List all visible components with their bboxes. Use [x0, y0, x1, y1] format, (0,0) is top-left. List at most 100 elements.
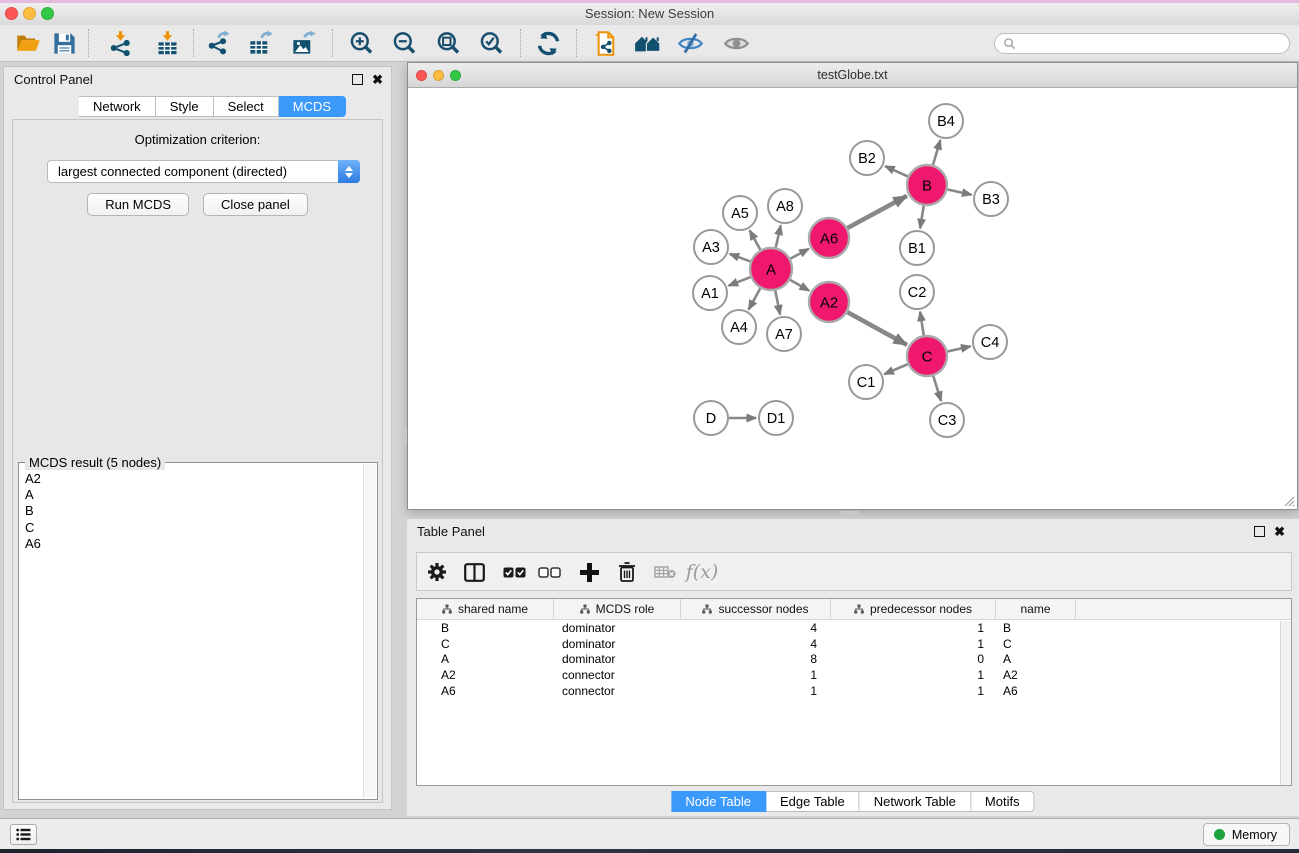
export-network-button[interactable] [200, 28, 236, 58]
unselect-all-columns-button[interactable] [532, 557, 566, 587]
table-row[interactable]: B dominator 4 1 B [417, 620, 1291, 636]
graph-edge-A6-B[interactable] [847, 196, 906, 228]
graph-node-A6[interactable]: A6 [809, 218, 849, 258]
close-panel-icon[interactable]: ✖ [1274, 526, 1285, 537]
delete-table-button-disabled[interactable] [648, 557, 682, 587]
table-type-tab[interactable]: Node Table [671, 791, 766, 812]
graph-edge-B-B3[interactable] [948, 189, 972, 194]
graph-edge-A-A2[interactable] [790, 280, 809, 291]
graph-edge-A-A1[interactable] [729, 277, 751, 286]
column-header[interactable]: name [996, 599, 1076, 619]
control-panel-tab[interactable]: Style [156, 96, 214, 117]
graph-node-C3[interactable]: C3 [930, 403, 964, 437]
graph-edge-A-A8[interactable] [776, 226, 781, 248]
close-panel-icon[interactable]: ✖ [372, 74, 383, 85]
memory-button[interactable]: Memory [1203, 823, 1290, 846]
import-table-button[interactable] [149, 28, 185, 58]
control-panel-tab[interactable]: MCDS [279, 96, 346, 117]
graph-edge-B-B4[interactable] [933, 140, 940, 165]
open-session-button[interactable] [10, 28, 46, 58]
resize-grip-icon[interactable] [1281, 493, 1295, 507]
column-header[interactable]: successor nodes [681, 599, 831, 619]
graph-node-A5[interactable]: A5 [723, 196, 757, 230]
graph-node-B4[interactable]: B4 [929, 104, 963, 138]
graph-edge-B-B2[interactable] [885, 166, 908, 176]
graph-node-A2[interactable]: A2 [809, 282, 849, 322]
table-row[interactable]: A6 connector 1 1 A6 [417, 683, 1291, 699]
refresh-button[interactable] [530, 28, 566, 58]
graph-node-A4[interactable]: A4 [722, 310, 756, 344]
graph-node-D1[interactable]: D1 [759, 401, 793, 435]
zoom-selected-button[interactable] [473, 28, 509, 58]
control-panel-tab[interactable]: Select [214, 96, 279, 117]
zoom-traffic-light[interactable] [41, 7, 54, 20]
graph-edge-A2-C[interactable] [847, 312, 906, 345]
graph-edge-A-A7[interactable] [775, 291, 780, 315]
graph-edge-A-A3[interactable] [730, 254, 751, 262]
graph-node-B2[interactable]: B2 [850, 141, 884, 175]
table-settings-button[interactable] [420, 557, 454, 587]
graph-node-D[interactable]: D [694, 401, 728, 435]
graph-node-C1[interactable]: C1 [849, 365, 883, 399]
result-scrollbar[interactable] [363, 464, 376, 798]
float-panel-icon[interactable] [352, 74, 363, 85]
select-all-columns-button[interactable] [497, 557, 531, 587]
graph-edge-C-C3[interactable] [933, 376, 941, 401]
new-network-from-file-button[interactable] [588, 28, 624, 58]
graph-node-A1[interactable]: A1 [693, 276, 727, 310]
zoom-out-button[interactable] [386, 28, 422, 58]
zoom-traffic-light[interactable] [450, 70, 461, 81]
horizontal-splitter-handle[interactable] [841, 511, 859, 515]
graph-edge-C-C1[interactable] [884, 364, 907, 374]
graph-edge-A-A4[interactable] [749, 288, 761, 309]
graph-node-B[interactable]: B [907, 165, 947, 205]
task-history-button[interactable] [10, 824, 37, 845]
column-header[interactable]: predecessor nodes [831, 599, 996, 619]
table-row[interactable]: A2 connector 1 1 A2 [417, 667, 1291, 683]
run-mcds-button[interactable]: Run MCDS [87, 193, 189, 216]
table-row[interactable]: C dominator 4 1 C [417, 636, 1291, 652]
float-panel-icon[interactable] [1254, 526, 1265, 537]
minimize-traffic-light[interactable] [433, 70, 444, 81]
graph-node-A8[interactable]: A8 [768, 189, 802, 223]
table-scrollbar[interactable] [1280, 621, 1291, 785]
hide-selected-button[interactable] [672, 28, 708, 58]
network-canvas[interactable]: B4B2BB3A8A5A6A3B1AA1C2A2A4A7C4CC1C3DD1 [408, 89, 1297, 509]
control-panel-tab[interactable]: Network [79, 96, 156, 117]
graph-edge-C-C2[interactable] [920, 312, 924, 335]
table-row[interactable]: A dominator 8 0 A [417, 652, 1291, 668]
function-builder-button-disabled[interactable]: f(x) [685, 557, 719, 587]
graph-node-A7[interactable]: A7 [767, 317, 801, 351]
delete-column-button[interactable] [610, 557, 644, 587]
table-type-tab[interactable]: Motifs [971, 791, 1035, 812]
graph-edge-A-A6[interactable] [790, 249, 808, 259]
graph-node-B1[interactable]: B1 [900, 231, 934, 265]
graph-edge-C-C4[interactable] [947, 346, 970, 351]
table-type-tab[interactable]: Network Table [860, 791, 971, 812]
search-input[interactable] [994, 33, 1290, 54]
graph-node-A3[interactable]: A3 [694, 230, 728, 264]
close-traffic-light[interactable] [416, 70, 427, 81]
save-session-button[interactable] [46, 28, 82, 58]
close-traffic-light[interactable] [5, 7, 18, 20]
graph-edge-B-B1[interactable] [920, 206, 924, 229]
zoom-in-button[interactable] [343, 28, 379, 58]
column-header[interactable]: MCDS role [554, 599, 681, 619]
optimization-criterion-select[interactable]: largest connected component (directed) [47, 160, 360, 183]
show-column-panel-button[interactable] [457, 557, 491, 587]
zoom-fit-button[interactable] [430, 28, 466, 58]
show-all-button[interactable] [718, 28, 754, 58]
minimize-traffic-light[interactable] [23, 7, 36, 20]
vertical-splitter-handle[interactable] [403, 427, 407, 445]
import-network-button[interactable] [102, 28, 138, 58]
graph-node-C4[interactable]: C4 [973, 325, 1007, 359]
table-type-tab[interactable]: Edge Table [766, 791, 860, 812]
column-header[interactable]: shared name [417, 599, 554, 619]
create-column-button[interactable] [572, 557, 606, 587]
graph-node-B3[interactable]: B3 [974, 182, 1008, 216]
export-table-button[interactable] [242, 28, 278, 58]
close-panel-button[interactable]: Close panel [203, 193, 308, 216]
export-image-button[interactable] [285, 28, 321, 58]
graph-node-A[interactable]: A [750, 248, 792, 290]
graph-edge-A-A5[interactable] [750, 230, 761, 249]
